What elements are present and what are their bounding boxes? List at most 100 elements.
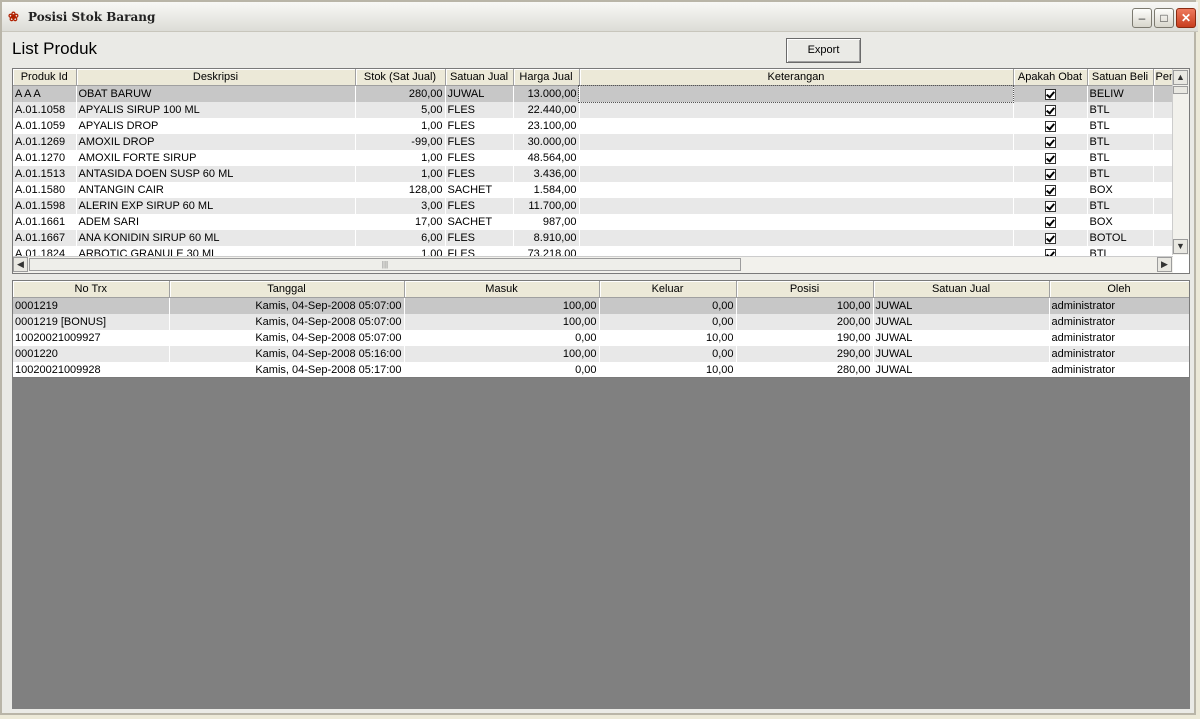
product-cell-desc: AMOXIL FORTE SIRUP bbox=[76, 150, 356, 166]
product-cell-beli: BOTOL bbox=[1087, 230, 1154, 246]
close-button[interactable]: ✕ bbox=[1176, 8, 1196, 28]
product-column-header[interactable]: Deskripsi bbox=[76, 69, 356, 86]
product-column-header[interactable]: Apakah Obat bbox=[1013, 69, 1088, 86]
product-cell-ket bbox=[579, 214, 1014, 230]
transaction-row[interactable]: 0001220 Kamis, 04-Sep-2008 05:16:00 100,00… bbox=[13, 346, 1189, 362]
product-row[interactable]: A.01.1059 APYALIS DROP 1,00 FLES 23.100,00 BT… bbox=[13, 118, 1176, 134]
scroll-down-icon[interactable]: ▼ bbox=[1173, 239, 1188, 254]
checkbox-checked-icon[interactable] bbox=[1044, 200, 1056, 212]
transaction-cell-sat: JUWAL bbox=[873, 362, 1050, 377]
product-cell-stok: 6,00 bbox=[355, 230, 446, 246]
transaction-column-header[interactable]: Posisi bbox=[736, 281, 874, 298]
checkbox-checked-icon[interactable] bbox=[1044, 104, 1056, 116]
apakah-obat-cell bbox=[1013, 214, 1088, 230]
product-cell-ket bbox=[579, 134, 1014, 150]
checkbox-checked-icon[interactable] bbox=[1044, 152, 1056, 164]
minimize-button[interactable]: – bbox=[1132, 8, 1152, 28]
checkbox-checked-icon[interactable] bbox=[1044, 168, 1056, 180]
product-grid[interactable]: Produk Id Deskripsi Stok (Sat Jual) Satuan … bbox=[12, 68, 1190, 274]
transaction-cell-oleh: administrator bbox=[1049, 297, 1189, 314]
transaction-column-header[interactable]: Satuan Jual bbox=[873, 281, 1050, 298]
product-cell-ket bbox=[579, 150, 1014, 166]
product-row[interactable]: A.01.1270 AMOXIL FORTE SIRUP 1,00 FLES 48.56… bbox=[13, 150, 1176, 166]
transaction-cell-no: 0001219 [BONUS] bbox=[13, 314, 170, 330]
product-column-header[interactable]: Satuan Beli bbox=[1087, 69, 1154, 86]
product-cell-beli: BOX bbox=[1087, 182, 1154, 198]
transaction-column-header[interactable]: Oleh bbox=[1049, 281, 1189, 298]
apakah-obat-cell bbox=[1013, 150, 1088, 166]
product-cell-sat: FLES bbox=[445, 118, 514, 134]
transaction-cell-oleh: administrator bbox=[1049, 346, 1189, 362]
product-row[interactable]: A.01.1269 AMOXIL DROP -99,00 FLES 30.000,00 B… bbox=[13, 134, 1176, 150]
transaction-cell-sat: JUWAL bbox=[873, 346, 1050, 362]
transaction-column-header[interactable]: No Trx bbox=[13, 281, 170, 298]
checkbox-checked-icon[interactable] bbox=[1044, 120, 1056, 132]
product-cell-stok: 1,00 bbox=[355, 150, 446, 166]
product-cell-beli: BELIW bbox=[1087, 85, 1154, 102]
product-column-header[interactable]: Produk Id bbox=[13, 69, 77, 86]
transaction-grid[interactable]: No Trx Tanggal Masuk Keluar Posisi Satuan Jua… bbox=[12, 280, 1190, 378]
transaction-cell-oleh: administrator bbox=[1049, 330, 1189, 346]
product-cell-harga: 3.436,00 bbox=[513, 166, 580, 182]
transaction-column-header[interactable]: Masuk bbox=[404, 281, 600, 298]
scroll-left-icon[interactable]: ◀ bbox=[13, 257, 28, 272]
product-cell-id: A A A bbox=[13, 85, 77, 102]
product-cell-stok: 17,00 bbox=[355, 214, 446, 230]
product-cell-harga: 13.000,00 bbox=[513, 85, 580, 102]
transaction-row[interactable]: 10020021009927 Kamis, 04-Sep-2008 05:07:0… bbox=[13, 330, 1189, 346]
product-row[interactable]: A.01.1580 ANTANGIN CAIR 128,00 SACHET 1.584,… bbox=[13, 182, 1176, 198]
product-cell-sat: FLES bbox=[445, 166, 514, 182]
product-cell-harga: 22.440,00 bbox=[513, 102, 580, 118]
horizontal-scroll-thumb[interactable]: ||| bbox=[29, 258, 741, 271]
product-cell-stok: 1,00 bbox=[355, 166, 446, 182]
product-row[interactable]: A.01.1667 ANA KONIDIN SIRUP 60 ML 6,00 FLES… bbox=[13, 230, 1176, 246]
product-column-header[interactable]: Keterangan bbox=[579, 69, 1014, 86]
product-cell-id: A.01.1667 bbox=[13, 230, 77, 246]
transaction-cell-masuk: 100,00 bbox=[404, 314, 600, 330]
checkbox-checked-icon[interactable] bbox=[1044, 184, 1056, 196]
product-row[interactable]: A.01.1661 ADEM SARI 17,00 SACHET 987,00 BOX bbox=[13, 214, 1176, 230]
scroll-up-icon[interactable]: ▲ bbox=[1173, 70, 1188, 85]
transaction-column-header[interactable]: Keluar bbox=[599, 281, 737, 298]
scroll-right-icon[interactable]: ▶ bbox=[1157, 257, 1172, 272]
product-cell-sat: JUWAL bbox=[445, 85, 514, 102]
product-horizontal-scrollbar[interactable]: ◀ ||| ▶ bbox=[13, 256, 1173, 273]
transaction-row[interactable]: 0001219 Kamis, 04-Sep-2008 05:07:00 100,00… bbox=[13, 297, 1189, 314]
maximize-button[interactable]: □ bbox=[1154, 8, 1174, 28]
product-cell-id: A.01.1058 bbox=[13, 102, 77, 118]
export-button[interactable]: Export bbox=[786, 38, 861, 63]
product-row[interactable]: A.01.1058 APYALIS SIRUP 100 ML 5,00 FLES 22.… bbox=[13, 102, 1176, 118]
product-column-header[interactable]: Stok (Sat Jual) bbox=[355, 69, 446, 86]
transaction-cell-masuk: 100,00 bbox=[404, 297, 600, 314]
product-cell-desc: ALERIN EXP SIRUP 60 ML bbox=[76, 198, 356, 214]
title-bar[interactable]: ❀ Posisi Stok Barang – □ ✕ bbox=[2, 2, 1198, 32]
product-cell-sat: FLES bbox=[445, 150, 514, 166]
product-row[interactable]: A.01.1513 ANTASIDA DOEN SUSP 60 ML 1,00 FLE… bbox=[13, 166, 1176, 182]
transaction-column-header[interactable]: Tanggal bbox=[169, 281, 405, 298]
product-cell-id: A.01.1580 bbox=[13, 182, 77, 198]
product-cell-beli: BTL bbox=[1087, 118, 1154, 134]
product-row[interactable]: A A A OBAT BARUW 280,00 JUWAL 13.000,00 BELIW bbox=[13, 84, 1176, 103]
product-vertical-scrollbar[interactable]: ▲ ▼ bbox=[1172, 69, 1189, 255]
checkbox-checked-icon[interactable] bbox=[1044, 88, 1056, 100]
product-cell-ket bbox=[579, 118, 1014, 134]
transaction-row[interactable]: 0001219 [BONUS] Kamis, 04-Sep-2008 05:07:… bbox=[13, 314, 1189, 330]
window-title: Posisi Stok Barang bbox=[28, 10, 156, 24]
product-column-header[interactable]: Satuan Jual bbox=[445, 69, 514, 86]
product-cell-stok: 5,00 bbox=[355, 102, 446, 118]
checkbox-checked-icon[interactable] bbox=[1044, 136, 1056, 148]
product-cell-beli: BTL bbox=[1087, 166, 1154, 182]
checkbox-checked-icon[interactable] bbox=[1044, 216, 1056, 228]
product-cell-id: A.01.1661 bbox=[13, 214, 77, 230]
product-row[interactable]: A.01.1598 ALERIN EXP SIRUP 60 ML 3,00 FLES 1… bbox=[13, 198, 1176, 214]
product-cell-sat: SACHET bbox=[445, 182, 514, 198]
product-cell-desc: ADEM SARI bbox=[76, 214, 356, 230]
product-cell-stok: 1,00 bbox=[355, 118, 446, 134]
transaction-row[interactable]: 10020021009928 Kamis, 04-Sep-2008 05:17:0… bbox=[13, 362, 1189, 377]
scroll-thumb[interactable] bbox=[1173, 86, 1188, 94]
checkbox-checked-icon[interactable] bbox=[1044, 232, 1056, 244]
product-cell-desc: APYALIS SIRUP 100 ML bbox=[76, 102, 356, 118]
product-cell-beli: BTL bbox=[1087, 150, 1154, 166]
apakah-obat-cell bbox=[1013, 230, 1088, 246]
product-column-header[interactable]: Harga Jual bbox=[513, 69, 580, 86]
